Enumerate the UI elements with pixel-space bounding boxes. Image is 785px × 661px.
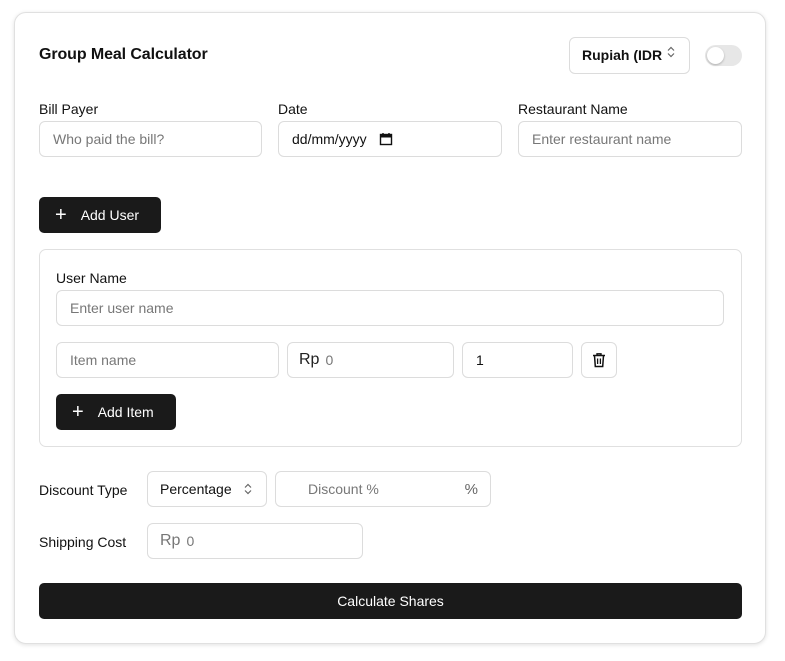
plus-icon: + <box>55 204 67 226</box>
date-placeholder: dd/mm/yyyy <box>292 131 367 147</box>
bill-payer-label: Bill Payer <box>39 101 99 117</box>
chevron-up-down-icon <box>244 483 252 495</box>
discount-type-label: Discount Type <box>39 482 128 498</box>
discount-type-select[interactable]: Percentage <box>147 471 267 507</box>
user-section: User Name Enter user name Item name Rp 0… <box>39 249 742 447</box>
shipping-prefix: Rp <box>160 532 181 549</box>
date-label: Date <box>278 101 308 117</box>
user-name-placeholder: Enter user name <box>70 300 174 316</box>
toggle-knob <box>707 47 724 64</box>
shipping-placeholder: 0 <box>186 533 195 549</box>
calculate-shares-button[interactable]: Calculate Shares <box>39 583 742 619</box>
shipping-cost-input[interactable]: Rp 0 <box>147 523 363 559</box>
restaurant-placeholder: Enter restaurant name <box>532 131 672 147</box>
price-placeholder: 0 <box>325 352 334 368</box>
percent-suffix: % <box>464 480 478 498</box>
currency-select-value: Rupiah (IDR) <box>582 47 662 63</box>
bill-payer-placeholder: Who paid the bill? <box>53 131 165 147</box>
item-name-placeholder: Item name <box>70 352 137 368</box>
user-name-input[interactable]: Enter user name <box>56 290 724 326</box>
date-input[interactable]: dd/mm/yyyy <box>278 121 502 157</box>
discount-value-input[interactable]: Discount % % <box>275 471 491 507</box>
add-user-button[interactable]: + Add User <box>39 197 161 233</box>
discount-type-value: Percentage <box>160 481 232 497</box>
item-price-input[interactable]: Rp 0 <box>287 342 454 378</box>
add-item-label: Add Item <box>97 404 154 420</box>
theme-toggle[interactable] <box>705 45 742 66</box>
trash-icon <box>592 352 606 368</box>
delete-item-button[interactable] <box>581 342 617 378</box>
add-item-button[interactable]: + Add Item <box>56 394 176 430</box>
price-prefix: Rp <box>299 351 320 368</box>
chevron-up-down-icon <box>667 38 675 73</box>
calendar-icon[interactable] <box>379 132 393 146</box>
plus-icon: + <box>72 401 84 423</box>
shipping-cost-label: Shipping Cost <box>39 534 127 550</box>
page-title: Group Meal Calculator <box>39 46 208 63</box>
item-quantity-input[interactable]: 1 <box>462 342 573 378</box>
restaurant-input[interactable]: Enter restaurant name <box>518 121 742 157</box>
item-name-input[interactable]: Item name <box>56 342 279 378</box>
bill-payer-input[interactable]: Who paid the bill? <box>39 121 262 157</box>
discount-placeholder: Discount % <box>308 481 379 497</box>
add-user-label: Add User <box>80 207 140 223</box>
restaurant-label: Restaurant Name <box>518 101 628 117</box>
user-name-label: User Name <box>56 270 127 286</box>
quantity-value: 1 <box>476 352 484 368</box>
currency-select[interactable]: Rupiah (IDR) <box>569 37 690 74</box>
calculator-card: Group Meal Calculator Rupiah (IDR) Bill … <box>14 12 766 644</box>
